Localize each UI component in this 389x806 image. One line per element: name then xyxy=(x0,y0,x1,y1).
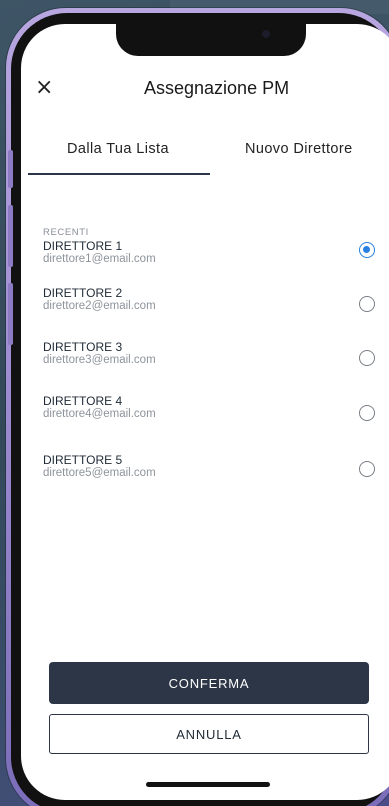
director-list-item[interactable]: DIRETTORE 3 direttore3@email.com xyxy=(21,340,389,380)
active-tab-indicator xyxy=(28,173,210,175)
home-indicator[interactable] xyxy=(146,782,270,787)
director-name: DIRETTORE 5 xyxy=(43,453,123,467)
director-email: direttore2@email.com xyxy=(43,300,156,312)
radio-icon[interactable] xyxy=(359,350,375,366)
close-icon[interactable]: × xyxy=(35,76,53,100)
director-email: direttore5@email.com xyxy=(43,467,156,479)
tab-bar: Dalla Tua Lista Nuovo Direttore xyxy=(21,141,389,175)
radio-icon[interactable] xyxy=(359,461,375,477)
tab-from-list[interactable]: Dalla Tua Lista xyxy=(67,141,169,175)
radio-icon[interactable] xyxy=(359,296,375,312)
radio-selected-icon[interactable] xyxy=(359,242,375,258)
confirm-button[interactable]: CONFERMA xyxy=(49,662,369,704)
camera-icon xyxy=(262,30,270,38)
director-name: DIRETTORE 1 xyxy=(43,239,123,253)
phone-notch xyxy=(116,24,306,56)
director-name: DIRETTORE 2 xyxy=(43,286,123,300)
modal-header: × Assegnazione PM xyxy=(21,74,389,104)
director-email: direttore3@email.com xyxy=(43,354,156,366)
phone-side-button xyxy=(8,283,13,345)
page-title: Assegnazione PM xyxy=(144,78,290,98)
director-email: direttore4@email.com xyxy=(43,408,156,420)
director-list-item[interactable]: DIRETTORE 2 direttore2@email.com xyxy=(21,286,389,326)
section-label-recent: RECENTI xyxy=(43,227,89,238)
director-email: direttore1@email.com xyxy=(43,253,156,265)
radio-icon[interactable] xyxy=(359,405,375,421)
cancel-button[interactable]: ANNULLA xyxy=(49,714,369,754)
director-list-item[interactable]: DIRETTORE 4 direttore4@email.com xyxy=(21,394,389,434)
phone-side-button xyxy=(8,205,13,267)
director-name: DIRETTORE 4 xyxy=(43,394,123,408)
app-screen: × Assegnazione PM Dalla Tua Lista Nuovo … xyxy=(21,24,389,800)
director-list-item[interactable]: DIRETTORE 1 direttore1@email.com xyxy=(21,239,389,279)
director-name: DIRETTORE 3 xyxy=(43,340,123,354)
tab-new-director[interactable]: Nuovo Direttore xyxy=(245,141,353,175)
phone-side-button xyxy=(8,150,13,188)
director-list-item[interactable]: DIRETTORE 5 direttore5@email.com xyxy=(21,453,389,493)
